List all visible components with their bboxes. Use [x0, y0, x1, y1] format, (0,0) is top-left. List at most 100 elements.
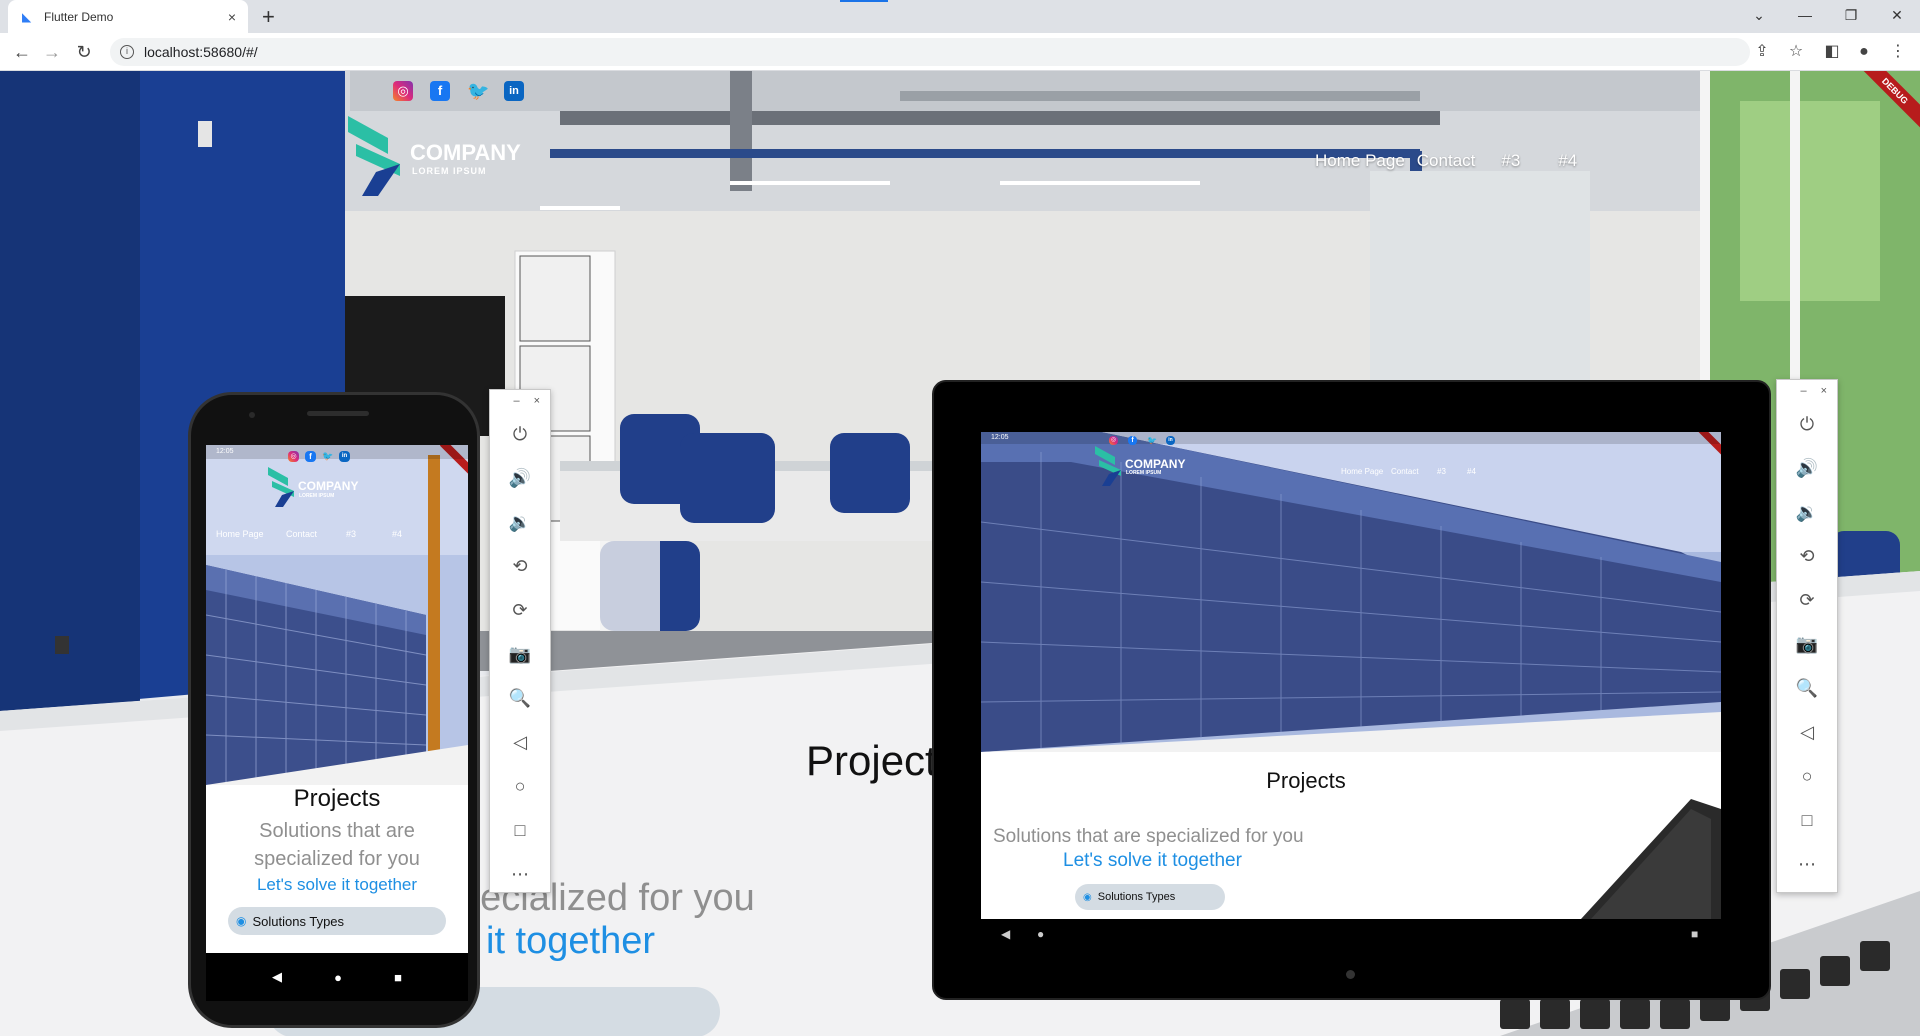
tablet-nav-3[interactable]: #3	[1437, 467, 1446, 476]
home-icon[interactable]: ○	[490, 764, 550, 808]
rotate-right-icon[interactable]: ⟳	[490, 588, 550, 632]
nav-contact[interactable]: Contact	[1417, 151, 1476, 171]
tablet-tagline: Solutions that are specialized for you	[993, 826, 1304, 847]
zoom-icon[interactable]: 🔍	[1777, 666, 1837, 710]
address-bar[interactable]: i localhost:58680/#/	[110, 38, 1750, 66]
tab-bar: ◣ Flutter Demo × + ⌄ — ❐ ✕	[0, 0, 1920, 33]
phone-nav-contact[interactable]: Contact	[286, 529, 317, 539]
rotate-left-icon[interactable]: ⟲	[490, 544, 550, 588]
back-arrow-icon[interactable]: ←	[10, 40, 34, 64]
back-icon[interactable]: ◁	[490, 720, 550, 764]
nav-home-page[interactable]: Home Page	[1315, 151, 1405, 171]
phone-nav-bar: ◀ ● ■	[206, 953, 468, 1001]
panel-close-button[interactable]: ×	[1821, 380, 1827, 402]
camera-icon[interactable]: 📷	[1777, 622, 1837, 666]
flutter-icon: ◣	[22, 9, 32, 24]
menu-kebab-icon[interactable]: ⋮	[1888, 42, 1908, 62]
tablet-cta[interactable]: Let's solve it together	[1063, 850, 1242, 872]
phone-home-button[interactable]: ●	[334, 970, 342, 985]
tablet-back-button[interactable]: ◀	[1001, 927, 1010, 941]
tablet-logo-mark-icon	[1095, 446, 1121, 486]
instagram-icon[interactable]: ◎	[393, 81, 413, 101]
phone-tagline-line2: specialized for you	[254, 848, 420, 870]
logo-mark-icon	[348, 116, 400, 196]
home-icon[interactable]: ○	[1777, 754, 1837, 798]
facebook-icon[interactable]: f	[1128, 436, 1137, 445]
rotate-left-icon[interactable]: ⟲	[1777, 534, 1837, 578]
share-icon[interactable]: ⇪	[1752, 42, 1772, 62]
social-links: ◎ f 🐦 in	[393, 81, 524, 101]
instagram-icon[interactable]: ◎	[288, 451, 299, 462]
forward-arrow-icon[interactable]: →	[40, 40, 64, 64]
close-tab-icon[interactable]: ×	[228, 9, 236, 25]
reload-icon[interactable]: ↻	[72, 40, 96, 64]
side-panel-icon[interactable]: ◧	[1822, 42, 1842, 62]
tablet-nav-home[interactable]: Home Page	[1341, 467, 1383, 476]
back-icon[interactable]: ◁	[1777, 710, 1837, 754]
power-icon[interactable]: ⏻	[1777, 402, 1837, 446]
phone-cta[interactable]: Let's solve it together	[206, 875, 468, 895]
new-tab-button[interactable]: +	[262, 4, 275, 30]
bookmark-star-icon[interactable]: ☆	[1786, 42, 1806, 62]
phone-solutions-pill[interactable]: ◉ Solutions Types	[228, 907, 446, 935]
tablet-home-button[interactable]: ●	[1037, 927, 1044, 941]
tab-search-icon[interactable]: ⌄	[1736, 0, 1782, 33]
profile-avatar-icon[interactable]: ●	[1854, 42, 1874, 62]
linkedin-icon[interactable]: in	[504, 81, 524, 101]
page-cta[interactable]: it together	[486, 920, 655, 963]
company-logo[interactable]: COMPANY LOREM IPSUM	[348, 116, 538, 196]
tablet-status-time: 12:05	[991, 434, 1009, 441]
phone-logo-subtitle: LOREM IPSUM	[299, 493, 335, 499]
restore-button[interactable]: ❐	[1828, 0, 1874, 33]
phone-back-button[interactable]: ◀	[272, 969, 282, 985]
overview-icon[interactable]: □	[1777, 798, 1837, 842]
phone-nav-4[interactable]: #4	[392, 529, 402, 539]
tab-strip-indicator	[840, 0, 888, 2]
panel-minimize-button[interactable]: –	[513, 390, 519, 412]
close-window-button[interactable]: ✕	[1874, 0, 1920, 33]
tablet-overview-button[interactable]: ■	[1691, 927, 1698, 941]
volume-down-icon[interactable]: 🔉	[490, 500, 550, 544]
nav-3[interactable]: #3	[1501, 151, 1520, 171]
phone-solutions-label: Solutions Types	[252, 913, 345, 929]
twitter-icon[interactable]: 🐦	[467, 81, 489, 101]
tablet-camera	[1346, 970, 1355, 979]
facebook-icon[interactable]: f	[430, 81, 450, 101]
tablet-status-bar: 12:05	[981, 432, 1721, 444]
volume-up-icon[interactable]: 🔊	[1777, 446, 1837, 490]
power-icon[interactable]: ⏻	[490, 412, 550, 456]
instagram-icon[interactable]: ◎	[1109, 436, 1118, 445]
zoom-icon[interactable]: 🔍	[490, 676, 550, 720]
panel-close-button[interactable]: ×	[534, 390, 540, 412]
linkedin-icon[interactable]: in	[1166, 436, 1175, 445]
tablet-solutions-pill[interactable]: ◉ Solutions Types	[1075, 884, 1225, 910]
more-icon[interactable]: ⋯	[1777, 842, 1837, 886]
facebook-icon[interactable]: f	[305, 451, 316, 462]
volume-down-icon[interactable]: 🔉	[1777, 490, 1837, 534]
tablet-laptop-image	[1581, 799, 1721, 919]
more-icon[interactable]: ⋯	[490, 852, 550, 896]
site-info-icon[interactable]: i	[120, 45, 134, 59]
overview-icon[interactable]: □	[490, 808, 550, 852]
phone-nav-home[interactable]: Home Page	[216, 529, 264, 539]
camera-icon[interactable]: 📷	[490, 632, 550, 676]
tablet-nav-contact[interactable]: Contact	[1391, 467, 1419, 476]
tablet-nav-bar: ◀ ● ■	[981, 919, 1721, 949]
phone-logo-mark-icon	[268, 467, 294, 507]
phone-nav-3[interactable]: #3	[346, 529, 356, 539]
minimize-button[interactable]: —	[1782, 0, 1828, 33]
tablet-nav-4[interactable]: #4	[1467, 467, 1476, 476]
rotate-right-icon[interactable]: ⟳	[1777, 578, 1837, 622]
nav-4[interactable]: #4	[1558, 151, 1577, 171]
tab-flutter-demo[interactable]: ◣ Flutter Demo ×	[8, 0, 248, 33]
window-controls: ⌄ — ❐ ✕	[1736, 0, 1920, 33]
panel-minimize-button[interactable]: –	[1800, 380, 1806, 402]
volume-up-icon[interactable]: 🔊	[490, 456, 550, 500]
phone-emulator: 12:05 ◎ f 🐦 in COMPANY LOREM IPSUM Home …	[188, 392, 480, 1028]
tablet-building-image	[981, 432, 1721, 752]
twitter-icon[interactable]: 🐦	[322, 451, 333, 462]
phone-overview-button[interactable]: ■	[394, 970, 402, 985]
twitter-icon[interactable]: 🐦	[1147, 436, 1157, 445]
linkedin-icon[interactable]: in	[339, 451, 350, 462]
phone-projects-title: Projects	[293, 785, 381, 812]
